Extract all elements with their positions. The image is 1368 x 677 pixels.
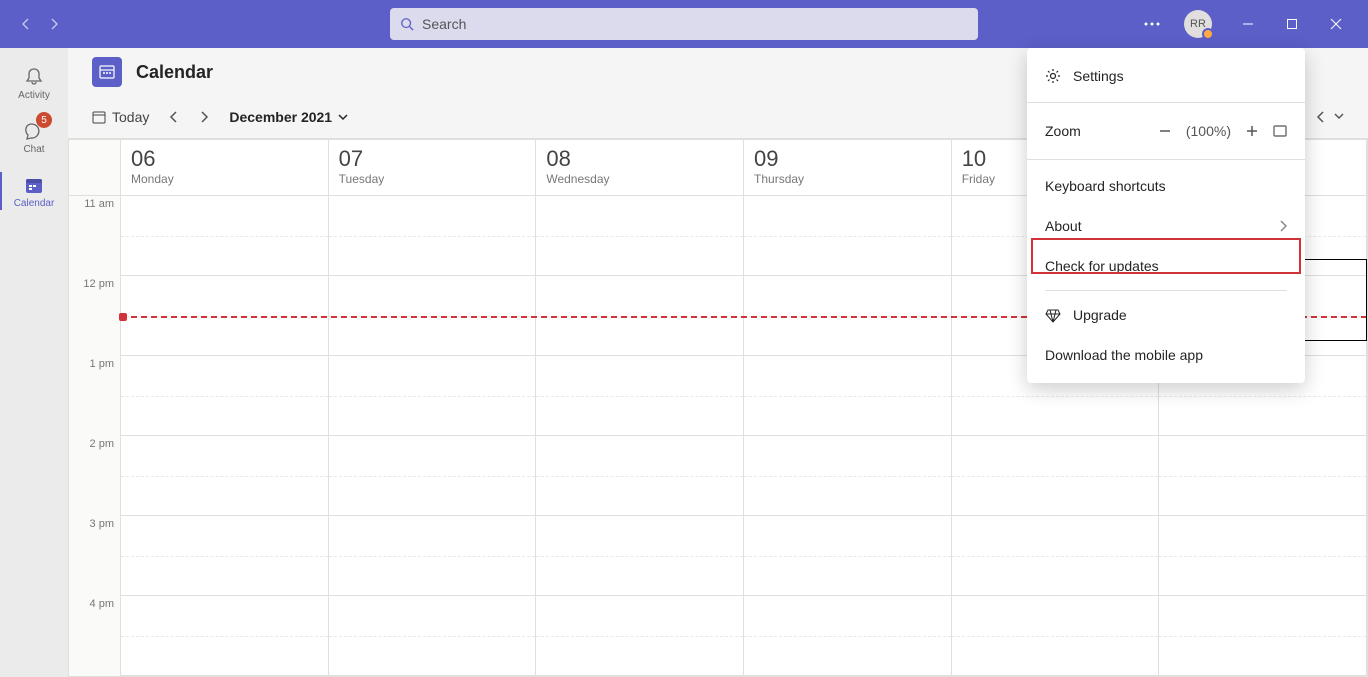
forward-button[interactable] <box>44 14 64 34</box>
day-number: 08 <box>546 146 733 172</box>
about-menu-item[interactable]: About <box>1027 206 1305 246</box>
window-controls <box>1226 0 1358 48</box>
day-header: 06 Monday <box>121 140 328 196</box>
time-label: 12 pm <box>69 276 120 356</box>
page-title: Calendar <box>136 62 213 83</box>
title-right: RR <box>1134 0 1358 48</box>
today-button[interactable]: Today <box>92 109 149 125</box>
menu-label: Check for updates <box>1045 258 1159 274</box>
settings-menu-item[interactable]: Settings <box>1027 56 1305 96</box>
time-label: 11 am <box>69 196 120 276</box>
next-week-button[interactable] <box>199 111 209 123</box>
prev-week-button[interactable] <box>169 111 179 123</box>
day-name: Wednesday <box>546 172 733 186</box>
day-column[interactable]: 08 Wednesday <box>536 140 744 676</box>
zoom-value: (100%) <box>1186 123 1231 139</box>
calendar-today-icon <box>92 110 106 124</box>
gear-icon <box>1045 68 1061 84</box>
history-nav <box>16 14 64 34</box>
day-name: Thursday <box>754 172 941 186</box>
month-label-text: December 2021 <box>229 109 332 125</box>
day-column[interactable]: 06 Monday <box>121 140 329 676</box>
menu-label: Settings <box>1073 68 1124 84</box>
date-nav <box>169 111 209 123</box>
calendar-app-icon <box>92 57 122 87</box>
menu-label: About <box>1045 218 1082 234</box>
search-icon <box>400 17 414 31</box>
day-name: Tuesday <box>339 172 526 186</box>
menu-label: Keyboard shortcuts <box>1045 178 1166 194</box>
time-label: 4 pm <box>69 596 120 676</box>
day-header: 09 Thursday <box>744 140 951 196</box>
rail-activity[interactable]: Activity <box>0 56 68 110</box>
view-switcher <box>1316 111 1344 123</box>
upgrade-menu-item[interactable]: Upgrade <box>1027 295 1305 335</box>
day-number: 06 <box>131 146 318 172</box>
search-input[interactable]: Search <box>390 8 978 40</box>
day-column[interactable]: 09 Thursday <box>744 140 952 676</box>
view-dropdown[interactable] <box>1334 111 1344 123</box>
zoom-control: Zoom (100%) <box>1027 109 1305 153</box>
view-prev[interactable] <box>1316 111 1326 123</box>
close-button[interactable] <box>1314 0 1358 48</box>
day-number: 09 <box>754 146 941 172</box>
more-options-button[interactable] <box>1134 6 1170 42</box>
chevron-right-icon <box>1279 220 1287 232</box>
menu-label: Upgrade <box>1073 307 1127 323</box>
rail-label: Chat <box>23 144 44 155</box>
rail-chat[interactable]: 5 Chat <box>0 110 68 164</box>
presence-badge-icon <box>1202 28 1214 40</box>
zoom-label: Zoom <box>1045 123 1081 139</box>
today-label: Today <box>112 109 149 125</box>
month-picker[interactable]: December 2021 <box>229 109 348 125</box>
day-number: 07 <box>339 146 526 172</box>
zoom-out-button[interactable] <box>1158 124 1172 138</box>
chat-badge: 5 <box>36 112 52 128</box>
check-updates-menu-item[interactable]: Check for updates <box>1027 246 1305 286</box>
calendar-icon <box>23 174 45 196</box>
fullscreen-button[interactable] <box>1273 125 1287 137</box>
maximize-button[interactable] <box>1270 0 1314 48</box>
day-name: Monday <box>131 172 318 186</box>
bell-icon <box>23 66 45 88</box>
rail-label: Activity <box>18 90 50 101</box>
day-column[interactable]: 07 Tuesday <box>329 140 537 676</box>
current-time-marker-icon <box>119 313 127 321</box>
avatar[interactable]: RR <box>1184 10 1212 38</box>
app-rail: Activity 5 Chat Calendar <box>0 48 68 677</box>
time-label: 2 pm <box>69 436 120 516</box>
search-placeholder: Search <box>422 16 466 32</box>
back-button[interactable] <box>16 14 36 34</box>
settings-dropdown: Settings Zoom (100%) Keyboard shortcuts … <box>1027 48 1305 383</box>
rail-label: Calendar <box>14 198 55 209</box>
minimize-button[interactable] <box>1226 0 1270 48</box>
diamond-icon <box>1045 307 1061 323</box>
zoom-in-button[interactable] <box>1245 124 1259 138</box>
rail-calendar[interactable]: Calendar <box>0 164 68 218</box>
time-label: 3 pm <box>69 516 120 596</box>
time-label: 1 pm <box>69 356 120 436</box>
day-header: 07 Tuesday <box>329 140 536 196</box>
chevron-down-icon <box>338 112 348 122</box>
title-bar: Search RR <box>0 0 1368 48</box>
time-column: 11 am 12 pm 1 pm 2 pm 3 pm 4 pm <box>69 140 121 676</box>
download-app-menu-item[interactable]: Download the mobile app <box>1027 335 1305 375</box>
day-header: 08 Wednesday <box>536 140 743 196</box>
menu-label: Download the mobile app <box>1045 347 1203 363</box>
keyboard-shortcuts-menu-item[interactable]: Keyboard shortcuts <box>1027 166 1305 206</box>
